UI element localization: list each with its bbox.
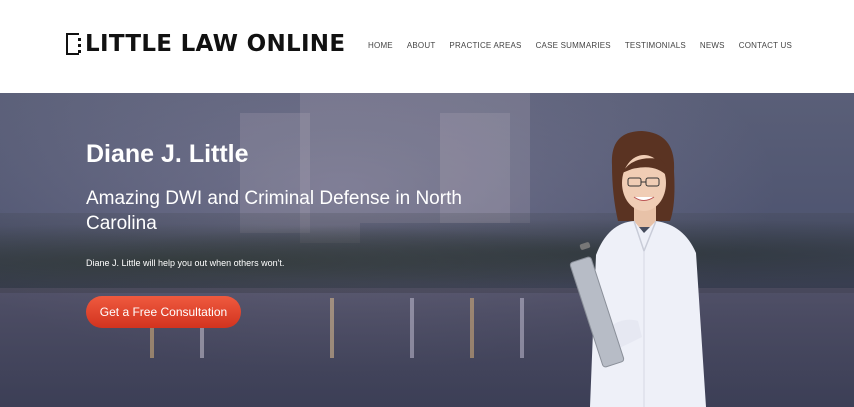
nav-testimonials[interactable]: TESTIMONIALS xyxy=(625,41,686,50)
free-consultation-button[interactable]: Get a Free Consultation xyxy=(86,296,241,328)
nav-practice-areas[interactable]: PRACTICE AREAS xyxy=(449,41,521,50)
main-nav: HOME ABOUT PRACTICE AREAS CASE SUMMARIES… xyxy=(368,41,792,50)
nav-contact-us[interactable]: CONTACT US xyxy=(739,41,792,50)
logo-icon xyxy=(66,33,81,55)
site-header: LITTLE LAW ONLINE HOME ABOUT PRACTICE AR… xyxy=(0,0,854,93)
logo-text: LITTLE LAW ONLINE xyxy=(85,31,346,57)
nav-home[interactable]: HOME xyxy=(368,41,393,50)
attorney-photo xyxy=(569,131,706,407)
water-reflection xyxy=(410,298,414,358)
nav-news[interactable]: NEWS xyxy=(700,41,725,50)
hero-title: Diane J. Little xyxy=(86,140,249,168)
water-reflection xyxy=(470,298,474,358)
hero-text: Diane J. Little will help you out when o… xyxy=(86,258,285,268)
site-logo[interactable]: LITTLE LAW ONLINE xyxy=(66,31,345,57)
hero-subtitle: Amazing DWI and Criminal Defense in Nort… xyxy=(86,188,462,234)
nav-about[interactable]: ABOUT xyxy=(407,41,436,50)
nav-case-summaries[interactable]: CASE SUMMARIES xyxy=(536,41,611,50)
water-reflection xyxy=(330,298,334,358)
water-reflection xyxy=(520,298,524,358)
